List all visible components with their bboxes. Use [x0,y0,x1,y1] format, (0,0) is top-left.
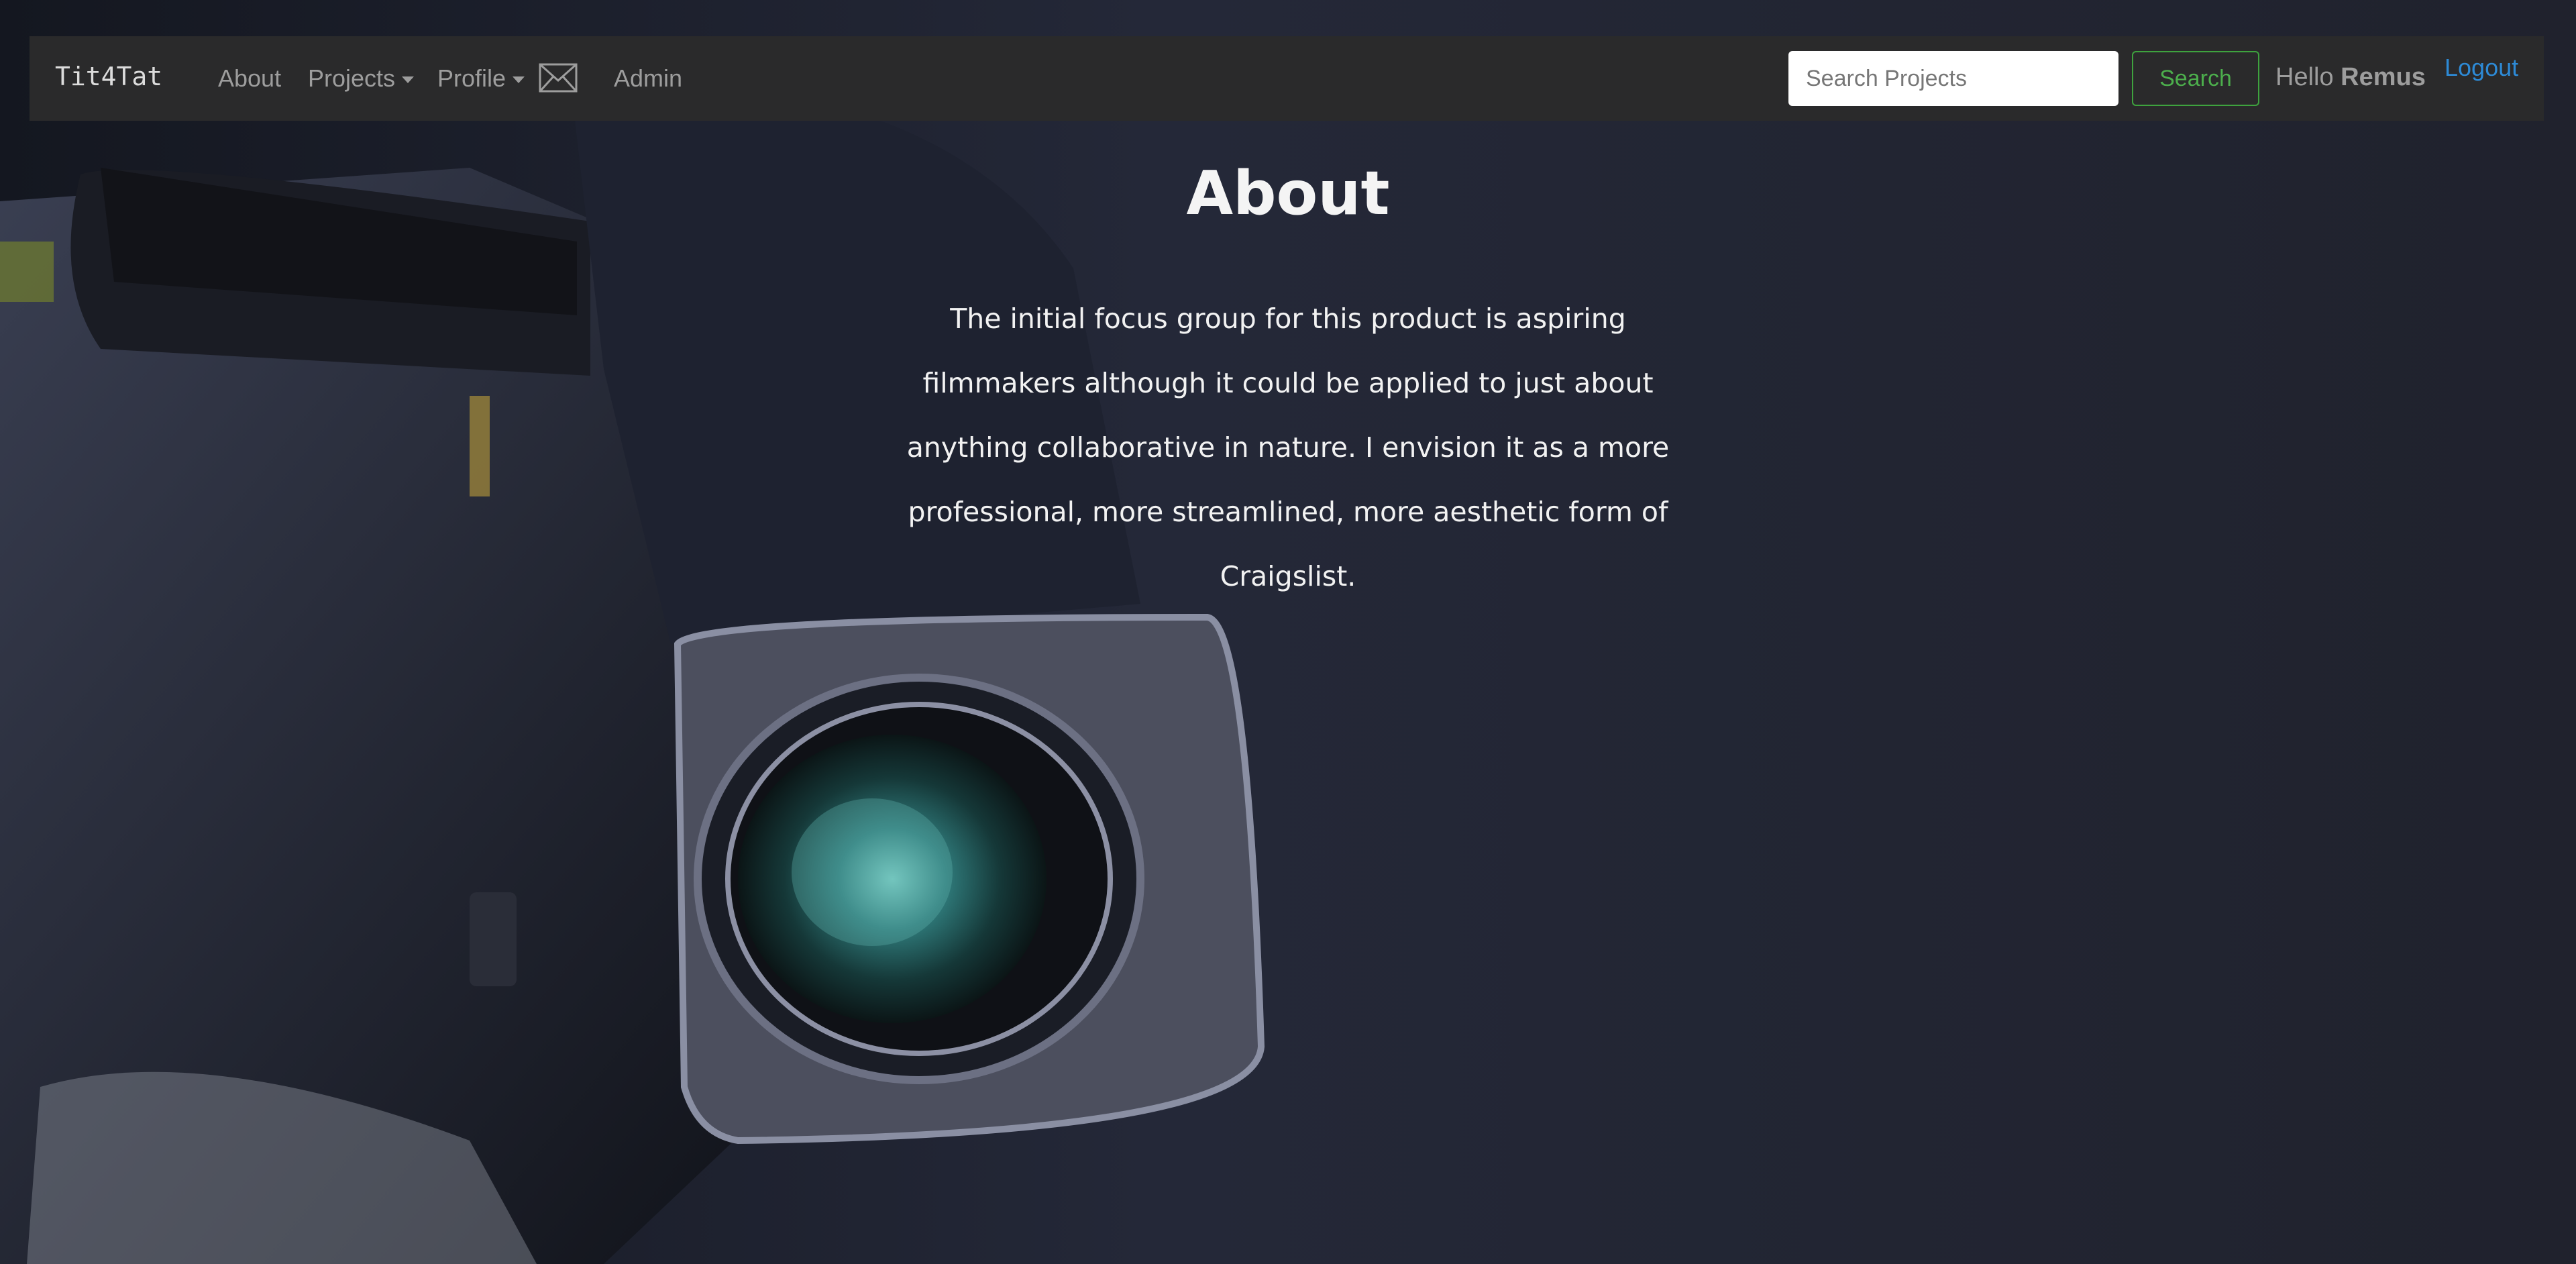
caret-down-icon [513,76,525,84]
greeting-prefix: Hello [2275,63,2334,91]
brand-logo[interactable]: Tit4Tat [55,62,162,91]
logout-link[interactable]: Logout [2445,54,2518,82]
nav-profile-dropdown[interactable]: Profile [437,64,525,93]
about-section: About The initial focus group for this p… [0,121,2576,609]
top-navbar: Tit4Tat About Projects Profile Admin Sea… [30,36,2544,121]
caret-down-icon [402,76,415,84]
nav-projects-label: Projects [308,64,396,92]
user-greeting: Hello Remus [2275,63,2426,92]
envelope-icon[interactable] [539,63,578,93]
page-title: About [1186,158,1390,229]
username: Remus [2341,63,2426,91]
nav-about-link[interactable]: About [218,64,281,93]
search-input[interactable] [1788,51,2118,106]
search-button[interactable]: Search [2132,51,2259,106]
about-paragraph: The initial focus group for this product… [906,303,1670,592]
nav-admin-link[interactable]: Admin [614,64,682,93]
nav-projects-dropdown[interactable]: Projects [308,64,415,93]
nav-profile-label: Profile [437,64,506,92]
